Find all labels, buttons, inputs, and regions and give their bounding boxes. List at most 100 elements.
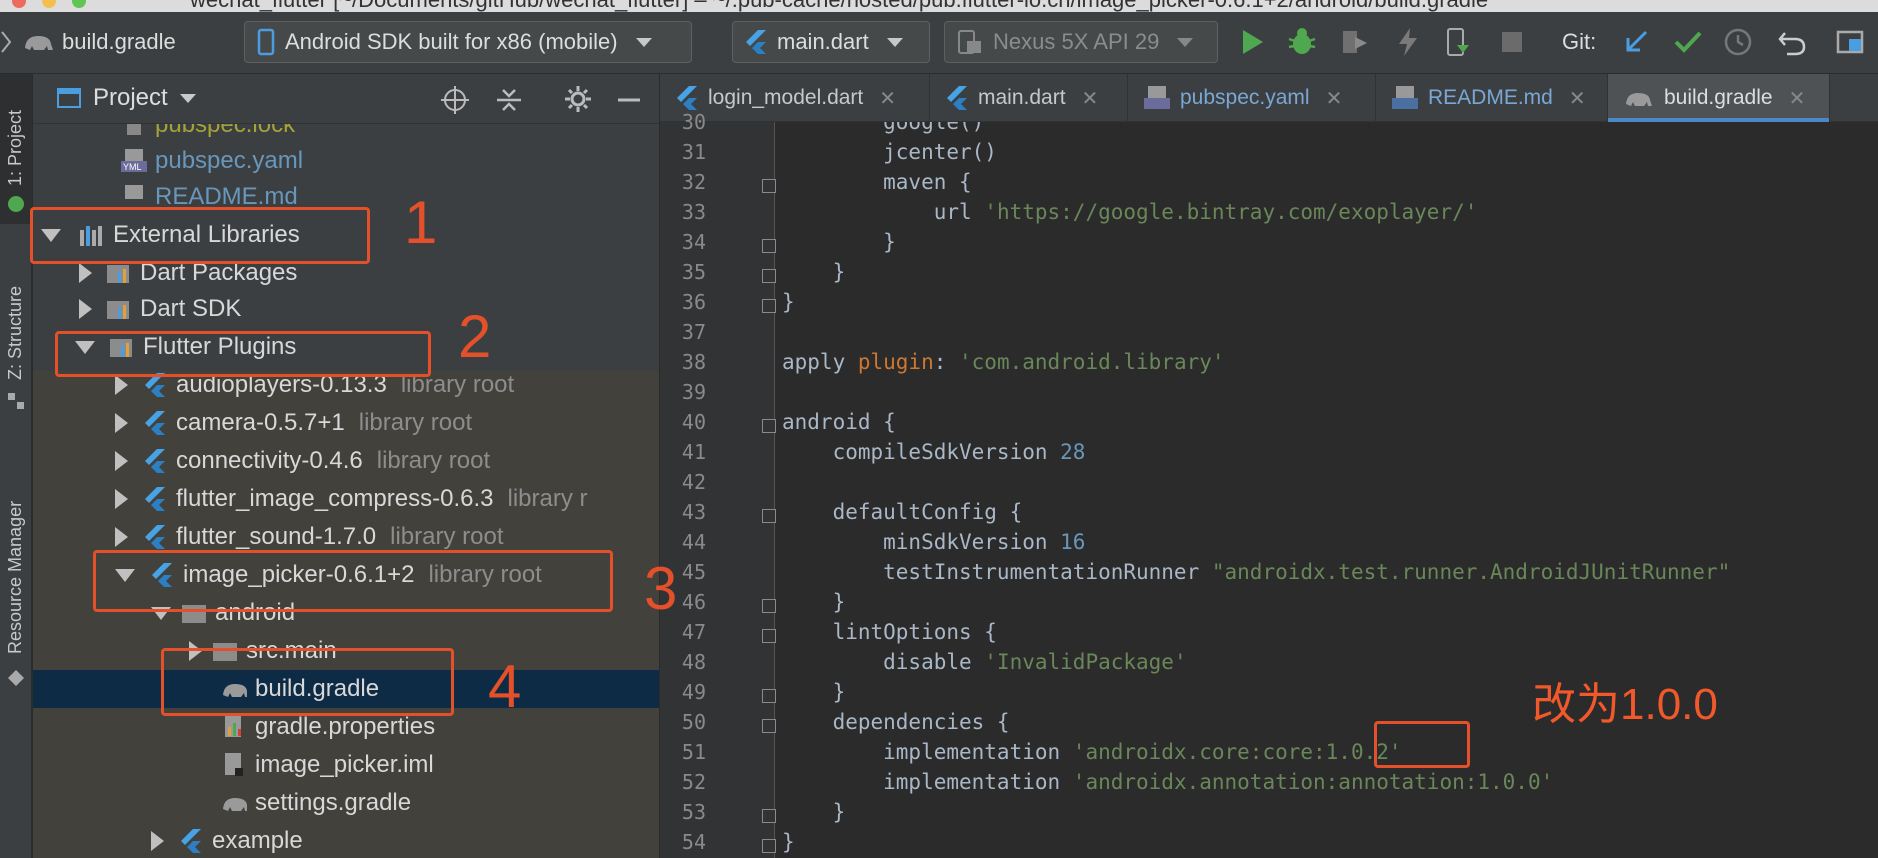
- code-line: implementation 'androidx.core:core:1.0.2…: [782, 740, 1402, 764]
- fold-marker-icon[interactable]: [762, 419, 776, 433]
- file-icon: [121, 124, 147, 138]
- fold-marker-icon[interactable]: [762, 689, 776, 703]
- collapse-arrow-icon: [151, 831, 164, 851]
- code-line: url 'https://google.bintray.com/exoplaye…: [782, 200, 1478, 224]
- stop-button[interactable]: [1494, 24, 1530, 60]
- callout-number-3: 3: [644, 555, 678, 622]
- line-number: 31: [681, 140, 706, 164]
- properties-file-icon: [221, 714, 247, 740]
- git-history-button[interactable]: [1720, 24, 1756, 60]
- run-button[interactable]: [1234, 24, 1270, 60]
- bug-icon: [1288, 28, 1316, 54]
- breadcrumb[interactable]: build.gradle: [0, 21, 176, 63]
- project-view-selector[interactable]: Project: [57, 84, 196, 112]
- callout-number-4: 4: [488, 653, 522, 720]
- tree-row-label: example: [212, 827, 303, 854]
- git-update-button[interactable]: [1618, 24, 1654, 60]
- yaml-file-icon: [1144, 86, 1170, 109]
- project-structure-button[interactable]: [1832, 24, 1868, 60]
- fold-marker-icon[interactable]: [762, 629, 776, 643]
- fold-marker-icon[interactable]: [762, 719, 776, 733]
- tree-row[interactable]: example: [33, 822, 659, 858]
- gradle-elephant-icon: [25, 36, 53, 50]
- tree-row-label: camera-0.5.7+1: [176, 409, 345, 436]
- code-line: implementation 'androidx.annotation:anno…: [782, 770, 1554, 794]
- flutter-icon: [746, 30, 766, 54]
- gear-icon[interactable]: [563, 84, 593, 114]
- tree-row[interactable]: Dart SDK: [33, 290, 659, 328]
- line-number: 50: [681, 710, 706, 734]
- fold-marker-icon[interactable]: [762, 299, 776, 313]
- hot-reload-button[interactable]: [1390, 24, 1426, 60]
- callout-box-version: [1374, 721, 1470, 768]
- git-commit-button[interactable]: [1670, 24, 1706, 60]
- resource-manager-label[interactable]: Resource Manager: [5, 501, 26, 654]
- project-window-icon: [57, 88, 81, 108]
- debug-button[interactable]: [1284, 24, 1320, 60]
- fold-marker-icon[interactable]: [762, 239, 776, 253]
- emulator-selector-label: Nexus 5X API 29: [993, 29, 1160, 54]
- callout-box-3: [93, 550, 613, 612]
- tab-label: login_model.dart: [708, 86, 864, 109]
- tree-row[interactable]: image_picker.iml: [33, 746, 659, 784]
- markdown-file-icon: [1392, 86, 1418, 109]
- tree-row-label: pubspec.yaml: [155, 147, 304, 174]
- tree-row[interactable]: pubspec.lock: [33, 124, 659, 144]
- fold-marker-icon[interactable]: [762, 839, 776, 853]
- line-number: 43: [681, 500, 706, 524]
- emulator-selector[interactable]: Nexus 5X API 29: [944, 21, 1218, 63]
- collapse-all-icon[interactable]: [495, 86, 523, 114]
- flutter-outline-icon: [8, 196, 24, 212]
- tab-readme[interactable]: README.md ✕: [1376, 74, 1608, 122]
- code-editor[interactable]: google() jcenter() maven { url 'https://…: [776, 122, 1878, 858]
- tree-row[interactable]: flutter_image_compress-0.6.3 library r: [33, 480, 659, 518]
- close-tab-icon[interactable]: ✕: [1326, 86, 1343, 111]
- callout-number-2: 2: [458, 303, 492, 370]
- line-number: 30: [681, 110, 706, 134]
- flutter-inspector-button[interactable]: [1440, 24, 1476, 60]
- tab-main-dart[interactable]: main.dart ✕: [930, 74, 1128, 122]
- line-number: 32: [681, 170, 706, 194]
- attach-debugger-button[interactable]: [1336, 24, 1372, 60]
- tab-build-gradle[interactable]: build.gradle ✕: [1608, 74, 1830, 122]
- tree-row[interactable]: connectivity-0.4.6 library root: [33, 442, 659, 480]
- fold-marker-icon[interactable]: [762, 269, 776, 283]
- close-tab-icon[interactable]: ✕: [879, 86, 896, 111]
- fold-marker-icon[interactable]: [762, 179, 776, 193]
- tree-row-label: gradle.properties: [255, 713, 436, 740]
- tab-pubspec[interactable]: pubspec.yaml ✕: [1128, 74, 1376, 122]
- line-number: 47: [681, 620, 706, 644]
- window-title: wechat_flutter [~/Documents/gitHub/wecha…: [190, 0, 1488, 12]
- git-rollback-button[interactable]: [1774, 24, 1810, 60]
- project-tool-label[interactable]: 1: Project: [5, 110, 26, 186]
- run-config-selector[interactable]: main.dart: [732, 21, 930, 63]
- fold-marker-icon[interactable]: [762, 809, 776, 823]
- close-tab-icon[interactable]: ✕: [1082, 86, 1099, 111]
- chevron-down-icon: [635, 37, 652, 47]
- tool-window-stripe: 1: Project Z: Structure Resource Manager: [0, 74, 32, 858]
- fold-marker-icon[interactable]: [762, 509, 776, 523]
- close-window-button[interactable]: [12, 0, 26, 8]
- tree-row[interactable]: YML pubspec.yaml: [33, 142, 659, 180]
- line-number: 54: [681, 830, 706, 854]
- yaml-file-icon: YML: [121, 148, 147, 174]
- line-number: 33: [681, 200, 706, 224]
- minimize-window-button[interactable]: [42, 0, 56, 8]
- chevron-down-icon: [179, 93, 196, 103]
- tree-row-label: pubspec.lock: [155, 124, 296, 138]
- code-line: defaultConfig {: [782, 500, 1023, 524]
- device-selector[interactable]: Android SDK built for x86 (mobile): [244, 21, 692, 63]
- zoom-window-button[interactable]: [72, 0, 86, 8]
- tab-label: build.gradle: [1664, 86, 1773, 109]
- fold-marker-icon[interactable]: [762, 599, 776, 613]
- tree-row[interactable]: settings.gradle: [33, 784, 659, 822]
- play-icon: [1243, 30, 1263, 54]
- minimize-panel-icon[interactable]: [615, 86, 643, 114]
- tree-row-label: Dart SDK: [140, 295, 242, 322]
- tree-row[interactable]: camera-0.5.7+1 library root: [33, 404, 659, 442]
- run-config-label: main.dart: [777, 29, 869, 54]
- close-tab-icon[interactable]: ✕: [1569, 86, 1586, 111]
- structure-tool-label[interactable]: Z: Structure: [5, 286, 26, 380]
- close-tab-icon[interactable]: ✕: [1789, 86, 1806, 111]
- crosshair-icon[interactable]: [441, 86, 469, 114]
